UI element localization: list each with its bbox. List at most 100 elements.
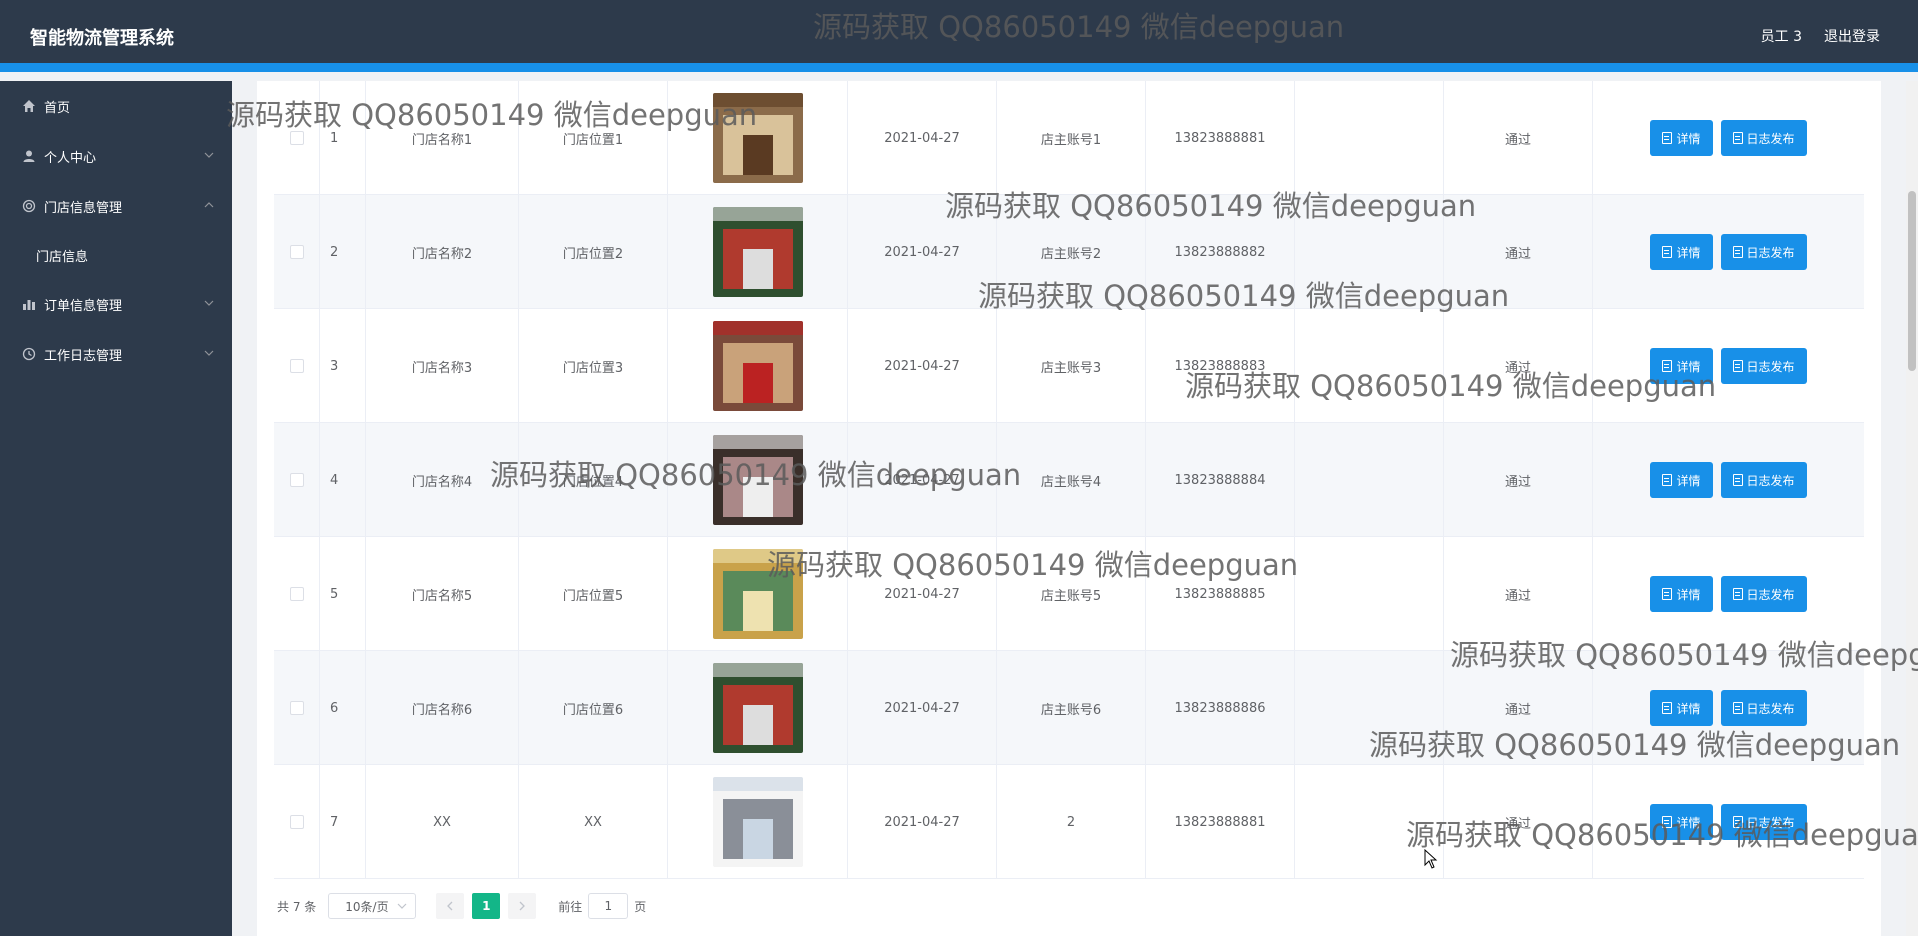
table-row: 7 XX XX 2021-04-27 2 13823888881 通过 详情 日…: [274, 765, 1864, 879]
sidebar-item-work-log-management[interactable]: 工作日志管理: [0, 329, 232, 379]
page-size-select[interactable]: 10条/页: [328, 893, 417, 919]
publish-log-button[interactable]: 日志发布: [1720, 462, 1807, 498]
row-checkbox[interactable]: [289, 701, 304, 715]
detail-button[interactable]: 详情: [1650, 234, 1713, 270]
store-location: XX: [519, 765, 668, 879]
goto-prefix: 前往: [558, 899, 583, 914]
detail-button-label: 详情: [1676, 359, 1701, 374]
detail-button[interactable]: 详情: [1650, 462, 1713, 498]
store-image-cell: [668, 765, 848, 879]
store-photo[interactable]: [712, 777, 803, 867]
review-status: 通过: [1444, 423, 1593, 537]
sidebar-subitem-store-info[interactable]: 门店信息: [0, 231, 232, 279]
table-row: 4 门店名称4 门店位置4 2021-04-27 店主账号4 138238888…: [274, 423, 1864, 537]
detail-button[interactable]: 详情: [1650, 120, 1713, 156]
chevron-down-icon: [204, 300, 214, 306]
goto-suffix: 页: [634, 899, 647, 914]
sidebar-item-label: 门店信息管理: [44, 200, 123, 216]
chevron-down-icon: [397, 903, 407, 909]
row-checkbox[interactable]: [289, 245, 304, 259]
row-checkbox-cell: [274, 651, 320, 765]
sidebar-item-store-management[interactable]: 门店信息管理: [0, 181, 232, 231]
page-size-value: 10条/页: [345, 899, 389, 914]
row-checkbox[interactable]: [289, 815, 304, 829]
document-icon: [1732, 588, 1743, 600]
store-photo[interactable]: [712, 321, 803, 411]
sidebar-item-home[interactable]: 首页: [0, 81, 232, 131]
row-checkbox[interactable]: [289, 587, 304, 601]
chevron-up-icon: [204, 202, 214, 208]
row-index: 4: [320, 423, 366, 537]
document-icon: [1732, 816, 1743, 828]
store-photo[interactable]: [712, 207, 803, 297]
current-user[interactable]: 员工 3: [1761, 26, 1802, 46]
document-icon: [1662, 474, 1673, 486]
store-photo[interactable]: [712, 549, 803, 639]
owner-account: 店主账号6: [997, 651, 1146, 765]
app-title: 智能物流管理系统: [30, 28, 174, 49]
store-location: 门店位置6: [519, 651, 668, 765]
row-actions: 详情 日志发布: [1593, 651, 1864, 765]
row-actions: 详情 日志发布: [1593, 765, 1864, 879]
publish-log-button[interactable]: 日志发布: [1720, 804, 1807, 840]
store-location: 门店位置1: [519, 81, 668, 195]
store-name: 门店名称1: [366, 81, 519, 195]
store-photo[interactable]: [712, 435, 803, 525]
review-status: 通过: [1444, 195, 1593, 309]
sidebar-item-personal-center[interactable]: 个人中心: [0, 131, 232, 181]
clock-icon: [22, 347, 36, 361]
store-image-cell: [668, 651, 848, 765]
store-photo[interactable]: [712, 93, 803, 183]
publish-log-button-label: 日志发布: [1746, 131, 1795, 146]
row-index: 5: [320, 537, 366, 651]
row-checkbox[interactable]: [289, 359, 304, 373]
empty-cell: [1295, 537, 1444, 651]
publish-log-button[interactable]: 日志发布: [1720, 120, 1807, 156]
document-icon: [1662, 132, 1673, 144]
owner-account: 店主账号3: [997, 309, 1146, 423]
chevron-down-icon: [204, 152, 214, 158]
detail-button[interactable]: 详情: [1650, 348, 1713, 384]
row-checkbox[interactable]: [289, 473, 304, 487]
row-actions: 详情 日志发布: [1593, 81, 1864, 195]
row-index: 6: [320, 651, 366, 765]
row-actions: 详情 日志发布: [1593, 195, 1864, 309]
prev-page-button[interactable]: [436, 893, 465, 919]
publish-log-button[interactable]: 日志发布: [1720, 690, 1807, 726]
empty-cell: [1295, 765, 1444, 879]
publish-log-button[interactable]: 日志发布: [1720, 348, 1807, 384]
detail-button[interactable]: 详情: [1650, 804, 1713, 840]
empty-cell: [1295, 309, 1444, 423]
page-scrollbar[interactable]: [1906, 81, 1918, 936]
goto-page-input[interactable]: [588, 893, 629, 919]
sidebar-item-label: 首页: [44, 100, 71, 116]
detail-button[interactable]: 详情: [1650, 690, 1713, 726]
store-location: 门店位置2: [519, 195, 668, 309]
publish-log-button[interactable]: 日志发布: [1720, 576, 1807, 612]
next-page-button[interactable]: [508, 893, 537, 919]
store-photo[interactable]: [712, 663, 803, 753]
scrollbar-thumb[interactable]: [1908, 191, 1916, 371]
table-row: 3 门店名称3 门店位置3 2021-04-27 店主账号3 138238888…: [274, 309, 1864, 423]
sidebar-item-label: 工作日志管理: [44, 348, 123, 364]
sidebar-item-order-management[interactable]: 订单信息管理: [0, 279, 232, 329]
created-date: 2021-04-27: [848, 537, 997, 651]
logout-button[interactable]: 退出登录: [1824, 26, 1880, 46]
row-index: 2: [320, 195, 366, 309]
page-number-active[interactable]: 1: [472, 893, 501, 919]
empty-cell: [1295, 651, 1444, 765]
review-status: 通过: [1444, 537, 1593, 651]
phone-number: 13823888882: [1146, 195, 1295, 309]
review-status: 通过: [1444, 765, 1593, 879]
pagination: 共 7 条 10条/页 1 前往 页: [277, 893, 646, 919]
row-checkbox[interactable]: [289, 131, 304, 145]
detail-button[interactable]: 详情: [1650, 576, 1713, 612]
publish-log-button[interactable]: 日志发布: [1720, 234, 1807, 270]
row-actions: 详情 日志发布: [1593, 537, 1864, 651]
row-checkbox-cell: [274, 309, 320, 423]
detail-button-label: 详情: [1676, 131, 1701, 146]
chevron-down-icon: [204, 350, 214, 356]
chevron-left-icon: [447, 901, 453, 911]
document-icon: [1662, 816, 1673, 828]
user-icon: [22, 149, 36, 163]
